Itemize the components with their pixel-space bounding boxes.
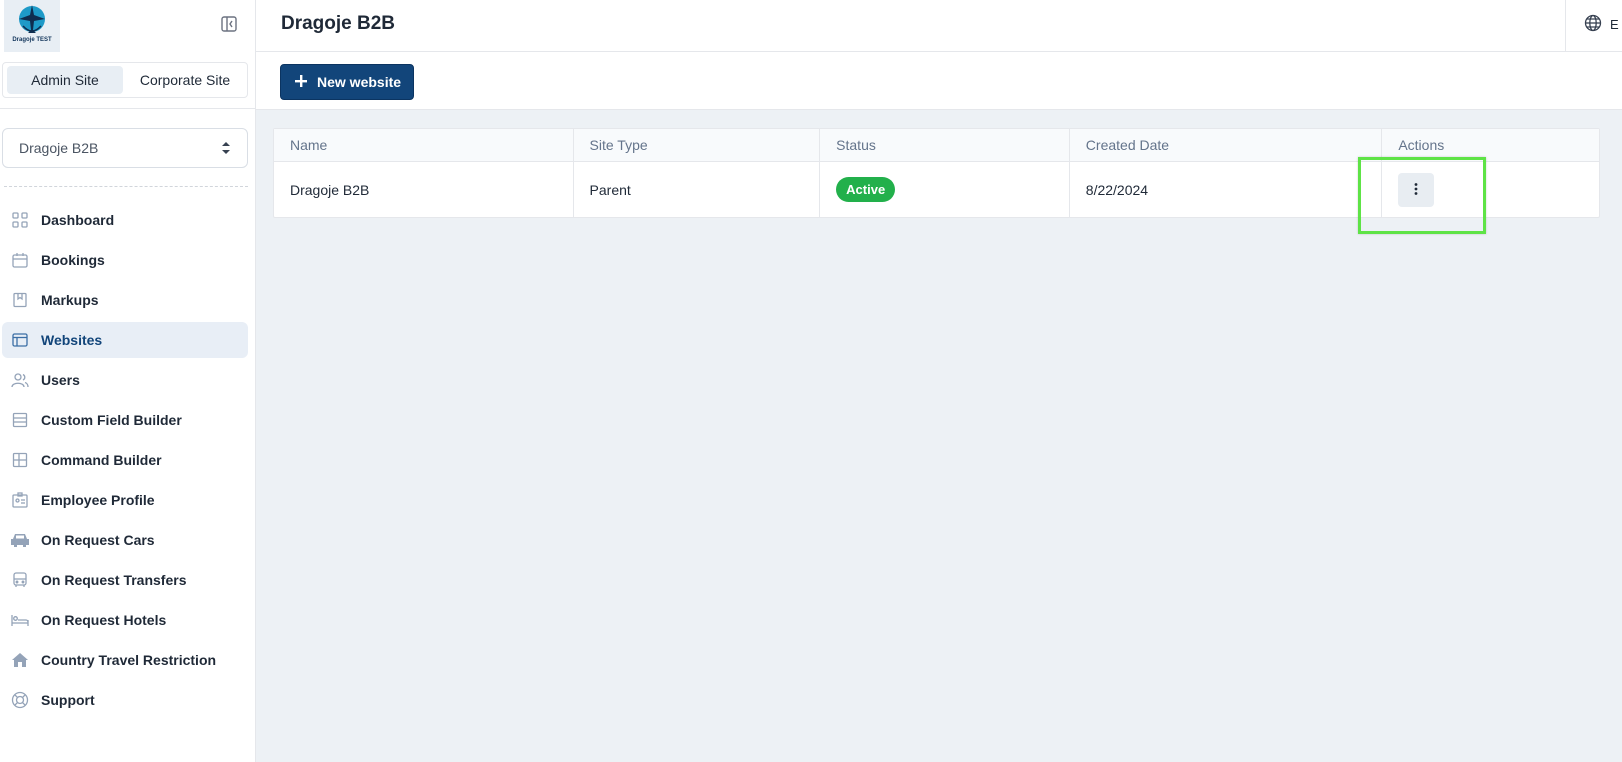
sidebar-item-label: On Request Hotels	[41, 612, 167, 628]
sidebar-item-dashboard[interactable]: Dashboard	[2, 202, 248, 238]
column-header-actions: Actions	[1398, 137, 1445, 153]
row-actions-button[interactable]	[1398, 172, 1435, 207]
column-header-name[interactable]: Name	[274, 129, 574, 161]
car-icon	[10, 530, 30, 550]
sidebar-item-label: Markups	[41, 292, 99, 308]
divider	[1565, 0, 1566, 52]
browser-window-icon	[10, 330, 30, 350]
sidebar-item-users[interactable]: Users	[2, 362, 248, 398]
cell-site-type: Parent	[574, 162, 821, 217]
sidebar-item-label: Employee Profile	[41, 492, 155, 508]
home-icon	[10, 650, 30, 670]
admin-site-tab[interactable]: Admin Site	[7, 66, 123, 94]
page-title: Dragoje B2B	[281, 13, 396, 34]
sidebar-item-label: Support	[41, 692, 95, 708]
sidebar-item-label: Command Builder	[41, 452, 162, 468]
sidebar-item-on-request-hotels[interactable]: On Request Hotels	[2, 602, 248, 638]
more-vertical-icon	[1414, 182, 1418, 198]
new-website-label: New website	[317, 74, 402, 90]
status-badge: Active	[836, 177, 896, 202]
sidebar-item-label: Bookings	[41, 252, 105, 268]
language-label: E	[1610, 17, 1619, 32]
id-card-icon	[10, 490, 30, 510]
site-select[interactable]: Dragoje B2B	[2, 128, 248, 168]
sidebar-item-support[interactable]: Support	[2, 682, 248, 718]
sidebar-item-label: On Request Transfers	[41, 572, 187, 588]
table-header: Name Site Type Status Created Date Actio…	[274, 129, 1599, 162]
logo[interactable]: Dragoje TEST	[4, 0, 60, 52]
sidebar-item-markups[interactable]: Markups	[2, 282, 248, 318]
lifebuoy-icon	[10, 690, 30, 710]
sidebar-item-label: Custom Field Builder	[41, 412, 182, 428]
cell-status: Active	[820, 162, 1070, 217]
column-header-status[interactable]: Status	[820, 129, 1070, 161]
site-select-value: Dragoje B2B	[19, 140, 99, 156]
sidebar-nav: Dashboard Bookings Markups Websites User…	[2, 202, 248, 722]
logo-airplane-icon	[19, 5, 45, 33]
new-website-button[interactable]: New website	[280, 64, 414, 100]
sidebar-item-country-travel-restriction[interactable]: Country Travel Restriction	[2, 642, 248, 678]
sidebar-item-label: Users	[41, 372, 80, 388]
sidebar-collapse-icon[interactable]	[220, 15, 238, 33]
dashboard-icon	[10, 210, 30, 230]
sidebar-item-websites[interactable]: Websites	[2, 322, 248, 358]
toolbar: New website	[256, 52, 1622, 110]
sidebar-item-label: Dashboard	[41, 212, 115, 228]
sidebar-item-label: Websites	[41, 332, 103, 348]
sidebar-item-label: On Request Cars	[41, 532, 155, 548]
cell-created-date: 8/22/2024	[1070, 162, 1383, 217]
websites-table: Name Site Type Status Created Date Actio…	[273, 128, 1600, 218]
column-header-created-date[interactable]: Created Date	[1070, 129, 1383, 161]
main-content: Name Site Type Status Created Date Actio…	[256, 110, 1622, 762]
calendar-icon	[10, 250, 30, 270]
users-icon	[10, 370, 30, 390]
site-switch: Admin Site Corporate Site	[2, 62, 248, 98]
top-header: Dragoje B2B E	[256, 0, 1622, 52]
bookmark-icon	[10, 290, 30, 310]
bed-icon	[10, 610, 30, 630]
list-icon	[10, 410, 30, 430]
plus-icon	[295, 74, 307, 90]
sidebar-item-on-request-cars[interactable]: On Request Cars	[2, 522, 248, 558]
globe-icon	[1584, 14, 1602, 35]
up-down-arrows-icon	[221, 141, 231, 155]
layout-icon	[10, 450, 30, 470]
sidebar-item-employee-profile[interactable]: Employee Profile	[2, 482, 248, 518]
language-selector[interactable]: E	[1584, 14, 1619, 35]
sidebar-item-command-builder[interactable]: Command Builder	[2, 442, 248, 478]
corporate-site-tab[interactable]: Corporate Site	[127, 66, 243, 94]
cell-actions	[1382, 162, 1599, 217]
cell-name: Dragoje B2B	[274, 162, 574, 217]
logo-text: Dragoje TEST	[12, 37, 52, 43]
sidebar-item-label: Country Travel Restriction	[41, 652, 217, 668]
divider	[0, 108, 256, 109]
column-header-site-type[interactable]: Site Type	[574, 129, 821, 161]
sidebar-item-bookings[interactable]: Bookings	[2, 242, 248, 278]
sidebar: Dragoje TEST Admin Site Corporate Site D…	[0, 0, 256, 762]
divider-dashed	[4, 186, 248, 187]
sidebar-item-custom-field-builder[interactable]: Custom Field Builder	[2, 402, 248, 438]
bus-icon	[10, 570, 30, 590]
sidebar-item-on-request-transfers[interactable]: On Request Transfers	[2, 562, 248, 598]
table-row[interactable]: Dragoje B2B Parent Active 8/22/2024	[274, 162, 1599, 217]
